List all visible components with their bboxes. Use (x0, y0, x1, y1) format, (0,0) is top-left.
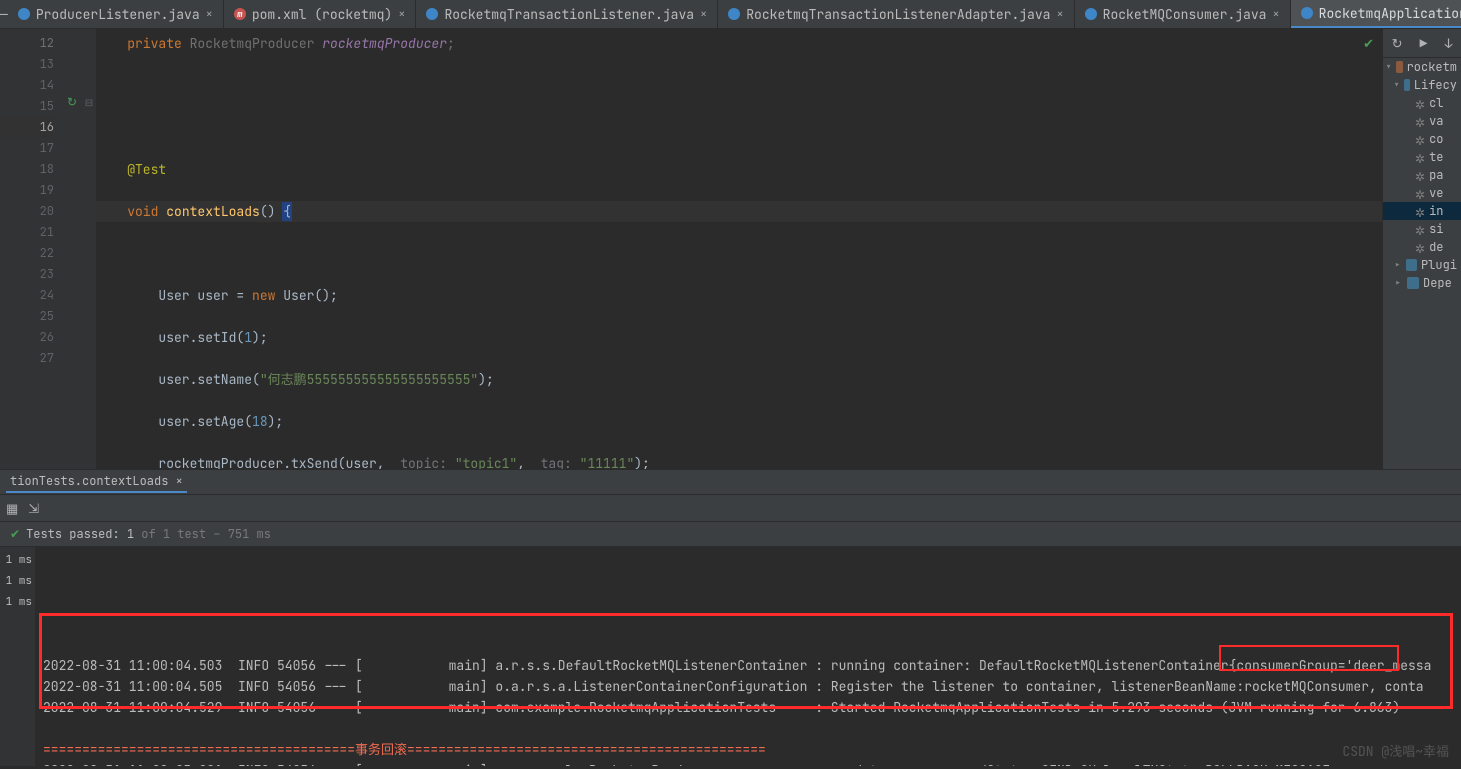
highlight-box-small (1219, 645, 1399, 671)
tests-passed-label: Tests passed: 1 of 1 test – 751 ms (26, 526, 271, 542)
line-number-gutter: 12131415161718192021222324252627 (0, 29, 62, 469)
maven-tree[interactable]: ▾rocketm▾Lifecy✲cl✲va✲co✲te✲pa✲ve✲in✲si✲… (1383, 58, 1461, 469)
tab-label: ProducerListener.java (36, 6, 200, 23)
tab-label: RocketMQConsumer.java (1103, 6, 1267, 23)
maven-tree-item[interactable]: ✲pa (1383, 166, 1461, 184)
file-type-icon (728, 8, 740, 20)
maven-tree-item[interactable]: ✲de (1383, 238, 1461, 256)
console-line: 2022-08-31 11:00:05.291 INFO 54056 --- [… (35, 760, 1461, 766)
maven-tree-item[interactable]: ▸Depe (1383, 274, 1461, 292)
maven-download-icon[interactable]: ↓ (1445, 35, 1453, 52)
editor-tab[interactable]: ProducerListener.java × (8, 0, 224, 28)
file-type-icon (18, 8, 30, 20)
console-line (35, 718, 1461, 739)
editor-tabs: — ProducerListener.java × m pom.xml (rocket… (0, 0, 1461, 29)
fold-gutter: ⊟ (82, 29, 96, 469)
editor-tab[interactable]: RocketmqTransactionListenerAdapter.java × (718, 0, 1074, 28)
code-area[interactable]: private RocketmqProducer rocketmqProduce… (96, 29, 1382, 469)
main-area: 12131415161718192021222324252627 ↻ ⊟ pri… (0, 29, 1461, 469)
editor-tab[interactable]: RocketmqTransactionListener.java × (416, 0, 718, 28)
run-toolbar: ▦ ⇲ (0, 495, 1461, 522)
maven-tree-item[interactable]: ▸Plugi (1383, 256, 1461, 274)
maven-tree-item[interactable]: ▾Lifecy (1383, 76, 1461, 94)
editor-tab[interactable]: m pom.xml (rocketmq) × (224, 0, 417, 28)
maven-tree-item[interactable]: ✲va (1383, 112, 1461, 130)
test-status-bar: ✔ Tests passed: 1 of 1 test – 751 ms (0, 522, 1461, 547)
run-tabs: tionTests.contextLoads × (0, 469, 1461, 495)
file-type-icon: m (234, 8, 246, 20)
editor-tab[interactable]: RocketMQConsumer.java × (1075, 0, 1291, 28)
run-config-tab[interactable]: tionTests.contextLoads × (6, 471, 187, 493)
test-time-column: 1 ms1 ms1 ms (0, 547, 35, 766)
console-panel: 1 ms1 ms1 ms CSDN @浅唱~幸福 2022-08-31 11:0… (0, 547, 1461, 766)
close-icon[interactable]: × (1272, 6, 1279, 22)
maven-tree-item[interactable]: ✲ve (1383, 184, 1461, 202)
maven-tree-item[interactable]: ✲te (1383, 148, 1461, 166)
close-icon[interactable]: × (398, 6, 405, 22)
analysis-ok-icon: ✔ (1363, 35, 1374, 52)
code-editor[interactable]: 12131415161718192021222324252627 ↻ ⊟ pri… (0, 29, 1382, 469)
maven-run-icon[interactable]: ▶ (1420, 35, 1428, 52)
expand-icon[interactable]: ⇲ (28, 500, 39, 517)
tab-label: RocketmqTransactionListener.java (444, 6, 694, 23)
run-gutter-icon[interactable]: ↻ (62, 92, 82, 113)
console-line: ========================================… (35, 739, 1461, 760)
maven-tree-item[interactable]: ✲co (1383, 130, 1461, 148)
maven-refresh-icon[interactable]: ↻ (1392, 35, 1403, 52)
marker-gutter: ↻ (62, 29, 82, 469)
layout-icon[interactable]: ▦ (6, 500, 18, 517)
close-icon[interactable]: × (1056, 6, 1063, 22)
close-icon[interactable]: × (206, 6, 213, 22)
tests-passed-icon: ✔ (10, 526, 20, 542)
close-icon[interactable]: × (700, 6, 707, 22)
editor-tab[interactable]: RocketmqApplicationTests.java× (1291, 0, 1461, 28)
tab-label: pom.xml (rocketmq) (252, 6, 392, 23)
file-type-icon (1085, 8, 1097, 20)
console-output[interactable]: CSDN @浅唱~幸福 2022-08-31 11:00:04.503 INFO… (35, 547, 1461, 766)
maven-panel: ↻ ▶ ↓ ▾rocketm▾Lifecy✲cl✲va✲co✲te✲pa✲ve✲… (1382, 29, 1461, 469)
tab-label: RocketmqApplicationTests.java (1319, 5, 1461, 22)
maven-tree-item[interactable]: ✲si (1383, 220, 1461, 238)
close-icon[interactable]: × (176, 473, 183, 489)
file-type-icon (426, 8, 438, 20)
tab-scroll-left[interactable]: — (0, 0, 8, 28)
file-type-icon (1301, 7, 1313, 19)
tab-label: RocketmqTransactionListenerAdapter.java (746, 6, 1050, 23)
maven-tree-item[interactable]: ▾rocketm (1383, 58, 1461, 76)
maven-tree-item[interactable]: ✲in (1383, 202, 1461, 220)
maven-tree-item[interactable]: ✲cl (1383, 94, 1461, 112)
